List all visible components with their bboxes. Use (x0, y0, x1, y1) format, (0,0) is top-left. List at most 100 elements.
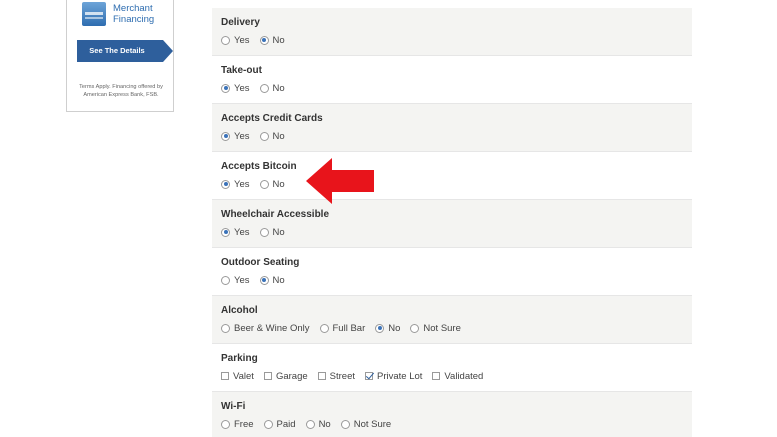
take-out-option-yes[interactable]: Yes (221, 83, 250, 94)
outdoor-seating-option-yes[interactable]: Yes (221, 275, 250, 286)
option-label: Paid (276, 418, 296, 430)
form-row-accepts-credit-cards: Accepts Credit Cards Yes No (212, 104, 692, 152)
see-the-details-button[interactable]: See The Details (77, 40, 173, 62)
question-label: Accepts Bitcoin (221, 161, 297, 172)
question-label: Outdoor Seating (221, 257, 300, 268)
radio-button[interactable] (221, 35, 230, 45)
radio-button[interactable] (221, 83, 230, 93)
parking-option-valet[interactable]: Valet (221, 371, 254, 382)
option-label: Full Bar (332, 322, 366, 334)
option-label: Yes (234, 178, 250, 190)
option-label: Not Sure (423, 322, 461, 334)
wheelchair-accessible-option-yes[interactable]: Yes (221, 227, 250, 238)
form-row-parking: Parking Valet Garage Street Private Lot Valid… (212, 344, 692, 392)
parking-option-street[interactable]: Street (317, 371, 355, 382)
take-out-option-no[interactable]: No (259, 82, 285, 94)
ad-brand-text: Merchant Financing (113, 3, 154, 25)
form-row-wheelchair-accessible: Wheelchair Accessible Yes No (212, 200, 692, 248)
red-arrow-shape (306, 158, 374, 204)
options-group: Yes No (221, 129, 692, 143)
radio-button[interactable] (259, 131, 269, 141)
wheelchair-accessible-option-no[interactable]: No (259, 227, 285, 238)
option-label: Yes (234, 130, 250, 142)
radio-button[interactable] (221, 323, 230, 333)
question-label: Wi-Fi (221, 401, 246, 412)
accepts-credit-cards-option-no[interactable]: No (259, 130, 285, 142)
wi-fi-option-paid[interactable]: Paid (263, 418, 296, 430)
option-label: No (272, 130, 285, 142)
checkbox[interactable] (365, 372, 373, 380)
alcohol-option-full-bar[interactable]: Full Bar (319, 322, 366, 334)
question-label: Accepts Credit Cards (221, 113, 323, 124)
radio-button[interactable] (259, 83, 269, 93)
question-label: Take-out (221, 65, 262, 76)
question-label: Parking (221, 353, 258, 364)
alcohol-option-beer-wine-only[interactable]: Beer & Wine Only (221, 323, 310, 334)
alcohol-option-no[interactable]: No (375, 323, 400, 334)
radio-button[interactable] (221, 227, 230, 237)
options-group: Beer & Wine Only Full Bar No Not Sure (221, 321, 692, 335)
accepts-bitcoin-option-yes[interactable]: Yes (221, 179, 250, 190)
business-attributes-form: Delivery Yes No Take-out Yes No Accepts Credit… (212, 8, 692, 437)
radio-button[interactable] (375, 323, 385, 333)
parking-option-validated[interactable]: Validated (432, 371, 483, 382)
alcohol-option-not-sure[interactable]: Not Sure (410, 323, 461, 334)
options-group: Yes No (221, 33, 692, 47)
ad-brand-line2: Financing (113, 14, 155, 25)
amex-logo-icon (82, 2, 106, 26)
option-label: Not Sure (353, 418, 392, 430)
radio-button[interactable] (259, 227, 269, 237)
checkbox[interactable] (263, 372, 272, 380)
parking-option-private-lot[interactable]: Private Lot (365, 371, 422, 382)
ad-brand-line1: Merchant (113, 3, 153, 14)
option-label: Yes (234, 226, 250, 238)
accepts-credit-cards-option-yes[interactable]: Yes (221, 131, 250, 142)
outdoor-seating-option-no[interactable]: No (259, 275, 285, 286)
option-label: Validated (444, 370, 484, 382)
radio-button[interactable] (340, 419, 350, 429)
option-label: No (318, 418, 331, 430)
accepts-bitcoin-option-no[interactable]: No (259, 178, 285, 190)
form-row-accepts-bitcoin: Accepts Bitcoin Yes No (212, 152, 692, 200)
option-label: No (272, 34, 285, 46)
radio-button[interactable] (319, 323, 329, 333)
radio-button[interactable] (263, 419, 273, 429)
radio-button[interactable] (410, 323, 420, 333)
radio-button[interactable] (221, 179, 230, 189)
checkbox[interactable] (221, 372, 229, 380)
checkbox[interactable] (317, 372, 326, 380)
radio-button[interactable] (221, 131, 230, 141)
wi-fi-option-no[interactable]: No (305, 418, 331, 430)
option-label: Beer & Wine Only (234, 322, 310, 334)
options-group: Yes No (221, 225, 692, 239)
option-label: Valet (233, 370, 254, 382)
amex-merchant-financing-ad[interactable]: Merchant Financing See The Details Terms… (66, 0, 174, 112)
wi-fi-option-free[interactable]: Free (221, 419, 254, 430)
option-label: No (388, 322, 401, 334)
question-label: Wheelchair Accessible (221, 209, 330, 220)
radio-button[interactable] (259, 35, 269, 45)
radio-button[interactable] (221, 275, 230, 285)
form-row-delivery: Delivery Yes No (212, 8, 692, 56)
checkbox[interactable] (432, 372, 441, 380)
options-group: Valet Garage Street Private Lot Validated (221, 369, 692, 383)
option-label: Yes (234, 274, 250, 286)
options-group: Yes No (221, 81, 692, 95)
option-label: No (272, 178, 285, 190)
radio-button[interactable] (221, 419, 230, 429)
delivery-option-no[interactable]: No (259, 34, 285, 46)
ad-terms-text: Terms Apply. Financing offered by Americ… (79, 84, 163, 98)
parking-option-garage[interactable]: Garage (263, 370, 308, 382)
options-group: Yes No (221, 273, 692, 287)
radio-button[interactable] (259, 179, 269, 189)
wi-fi-option-not-sure[interactable]: Not Sure (340, 418, 392, 430)
radio-button[interactable] (259, 275, 269, 285)
option-label: No (272, 82, 285, 94)
option-label: Garage (275, 370, 308, 382)
option-label: Yes (234, 34, 250, 46)
form-row-alcohol: Alcohol Beer & Wine Only Full Bar No Not Sur… (212, 296, 692, 344)
delivery-option-yes[interactable]: Yes (221, 35, 250, 46)
question-label: Delivery (221, 17, 260, 28)
radio-button[interactable] (305, 419, 315, 429)
question-label: Alcohol (221, 305, 258, 316)
